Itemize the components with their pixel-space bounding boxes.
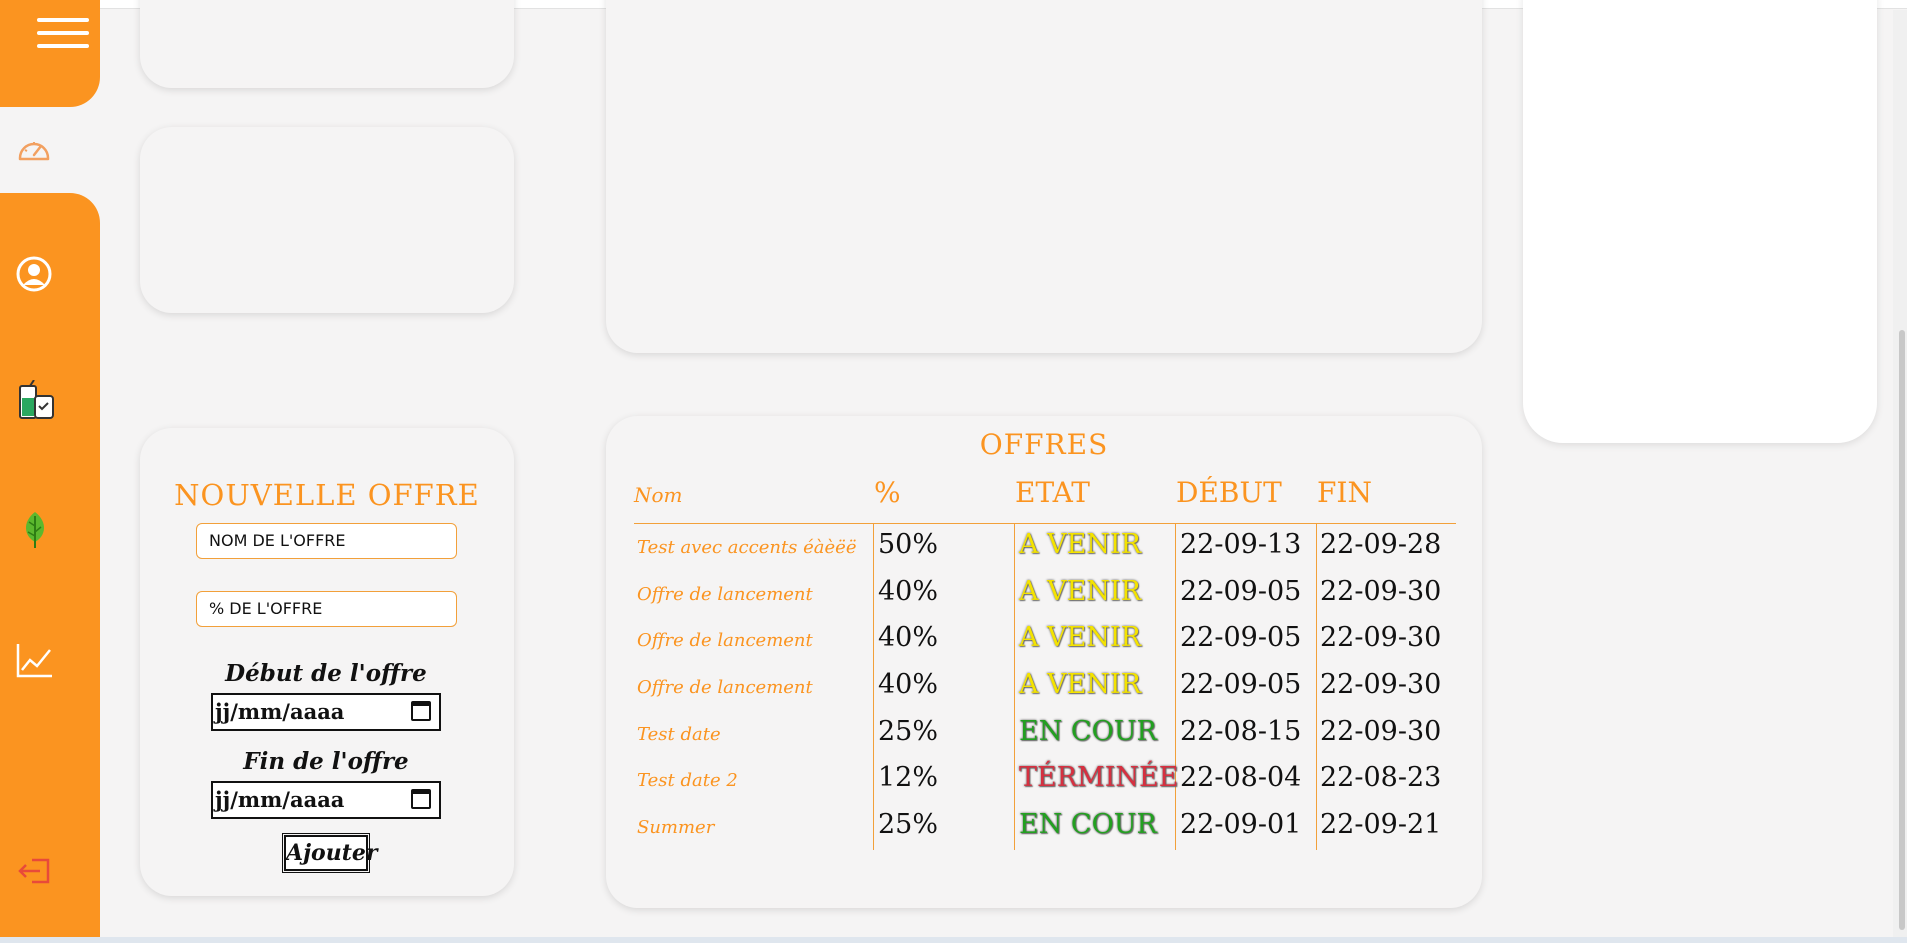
- header-divider: [634, 523, 1456, 524]
- scrollbar-thumb[interactable]: [1899, 330, 1905, 930]
- table-row[interactable]: Offre de lancement 40% A VENIR 22-09-05 …: [0, 620, 1907, 666]
- dashboard-gauge-icon[interactable]: [16, 134, 52, 168]
- cell-percent: 50%: [878, 529, 939, 560]
- cell-fin: 22-09-30: [1320, 622, 1442, 653]
- new-offer-title: NOUVELLE OFFRE: [174, 478, 480, 512]
- cell-debut: 22-09-05: [1180, 669, 1302, 700]
- table-row[interactable]: Offre de lancement 40% A VENIR 22-09-05 …: [0, 574, 1907, 620]
- cell-fin: 22-09-30: [1320, 576, 1442, 607]
- header-name: Nom: [634, 483, 683, 507]
- header-percent: %: [874, 476, 901, 509]
- header-fin: FIN: [1317, 476, 1372, 509]
- cell-percent: 40%: [878, 669, 939, 700]
- cell-percent: 25%: [878, 716, 939, 747]
- cell-etat: A VENIR: [1019, 622, 1141, 653]
- cell-percent: 40%: [878, 576, 939, 607]
- window-bottom-edge: [0, 937, 1907, 943]
- chart-card: [606, 0, 1482, 353]
- cell-etat: A VENIR: [1019, 669, 1141, 700]
- table-row[interactable]: Test date 25% EN COUR 22-08-15 22-09-30: [0, 714, 1907, 760]
- cell-name: Offre de lancement: [637, 630, 813, 651]
- cell-debut: 22-09-01: [1180, 809, 1302, 840]
- cell-debut: 22-08-15: [1180, 716, 1302, 747]
- cell-debut: 22-09-05: [1180, 576, 1302, 607]
- cell-etat: TÉRMINÉE: [1019, 762, 1179, 793]
- cell-fin: 22-08-23: [1320, 762, 1442, 793]
- header-debut: DÉBUT: [1176, 476, 1282, 509]
- table-row[interactable]: Test date 2 12% TÉRMINÉE 22-08-04 22-08-…: [0, 760, 1907, 806]
- cell-fin: 22-09-28: [1320, 529, 1442, 560]
- cell-debut: 22-08-04: [1180, 762, 1302, 793]
- cell-etat: A VENIR: [1019, 529, 1141, 560]
- table-row[interactable]: Offre de lancement 40% A VENIR 22-09-05 …: [0, 667, 1907, 713]
- offers-title: OFFRES: [979, 428, 1109, 461]
- cell-name: Offre de lancement: [637, 584, 813, 605]
- cell-fin: 22-09-30: [1320, 716, 1442, 747]
- logout-icon[interactable]: [16, 857, 52, 889]
- drinks-icon[interactable]: [18, 379, 56, 426]
- cell-etat: EN COUR: [1019, 809, 1157, 840]
- stat-card-middle: [140, 127, 514, 313]
- cell-etat: A VENIR: [1019, 576, 1141, 607]
- menu-icon[interactable]: [37, 18, 89, 48]
- table-row[interactable]: Summer 25% EN COUR 22-09-01 22-09-21: [0, 807, 1907, 853]
- cell-etat: EN COUR: [1019, 716, 1157, 747]
- cell-name: Test date: [637, 724, 721, 745]
- cell-percent: 12%: [878, 762, 939, 793]
- cell-debut: 22-09-05: [1180, 622, 1302, 653]
- sidebar-top-block: [0, 0, 100, 107]
- cell-name: Test date 2: [637, 770, 738, 791]
- cell-name: Offre de lancement: [637, 677, 813, 698]
- cell-fin: 22-09-30: [1320, 669, 1442, 700]
- table-row[interactable]: Test avec accents éàèëë 50% A VENIR 22-0…: [0, 527, 1907, 573]
- cell-percent: 25%: [878, 809, 939, 840]
- cell-debut: 22-09-13: [1180, 529, 1302, 560]
- header-etat: ETAT: [1015, 476, 1090, 509]
- cell-name: Test avec accents éàèëë: [637, 537, 857, 558]
- side-panel-card: [1523, 0, 1877, 443]
- stat-card-top: [140, 0, 514, 88]
- user-icon[interactable]: [15, 255, 53, 297]
- cell-fin: 22-09-21: [1320, 809, 1442, 840]
- cell-percent: 40%: [878, 622, 939, 653]
- cell-name: Summer: [637, 817, 715, 838]
